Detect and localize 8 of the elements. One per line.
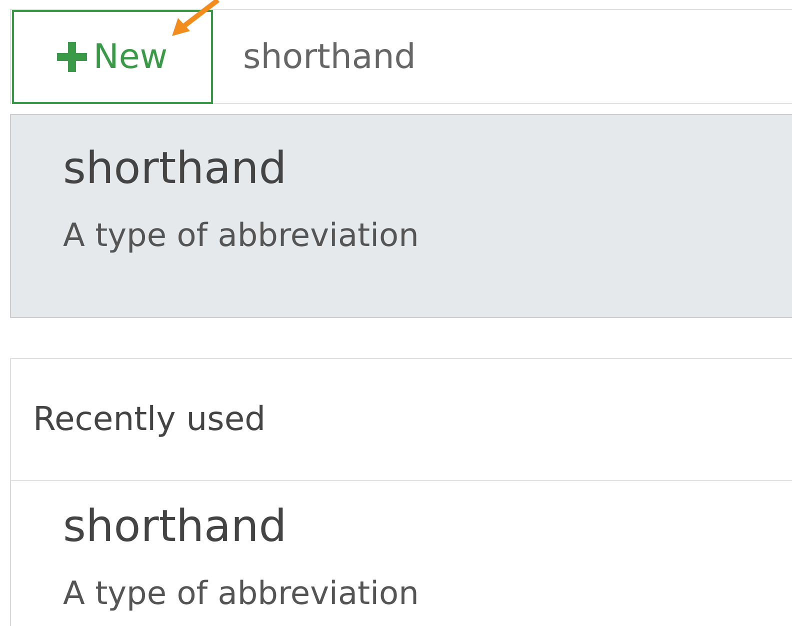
recent-item[interactable]: shorthand A type of abbreviation — [10, 480, 792, 626]
plus-icon — [57, 42, 88, 72]
result-item[interactable]: shorthand A type of abbreviation — [10, 114, 792, 318]
item-title: shorthand — [63, 143, 288, 196]
item-title: shorthand — [63, 501, 288, 554]
item-description: A type of abbreviation — [63, 216, 420, 254]
item-description: A type of abbreviation — [63, 574, 420, 612]
new-button[interactable]: New — [12, 10, 213, 104]
